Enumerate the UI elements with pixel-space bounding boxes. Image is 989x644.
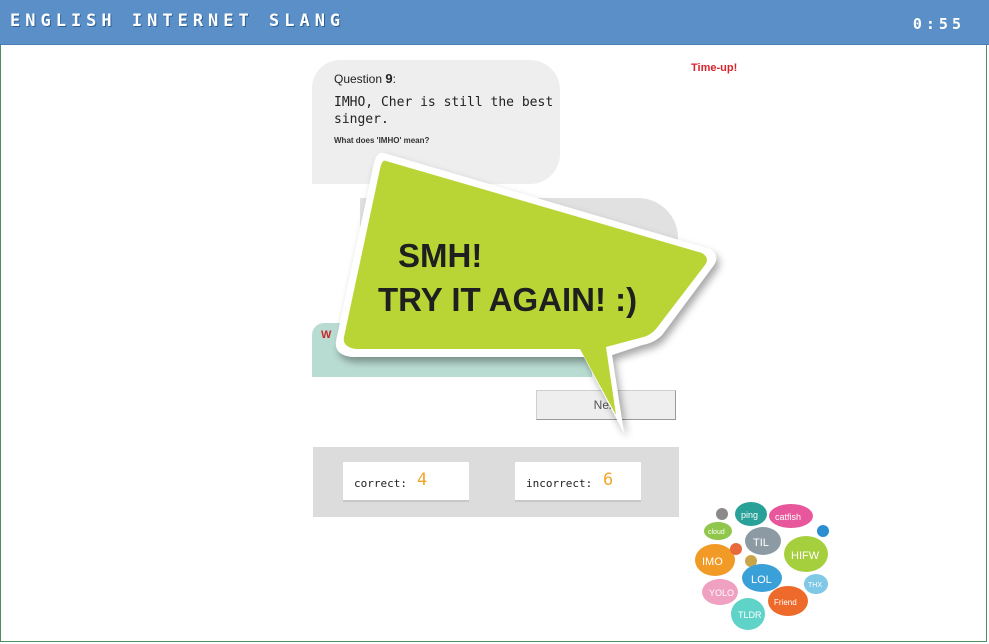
cloud-word: LOL xyxy=(751,574,772,586)
slang-word-cloud: ping catfish cloud TIL HIFW IMO LOL THX … xyxy=(690,495,840,640)
cloud-word: TIL xyxy=(753,537,769,549)
popup-line-1: SMH! xyxy=(398,237,483,274)
question-label: Question xyxy=(334,72,383,86)
try-again-popup[interactable]: SMH! TRY IT AGAIN! :) xyxy=(322,145,734,440)
cloud-word: cloud xyxy=(708,529,725,536)
question-number: 9 xyxy=(385,71,393,86)
time-up-notice: Time-up! xyxy=(691,62,738,74)
question-text: IMHO, Cher is still the best singer. xyxy=(334,95,554,127)
question-colon: : xyxy=(392,72,396,86)
cloud-word: YOLO xyxy=(709,588,734,598)
question-prompt: What does 'IMHO' mean? xyxy=(334,136,430,145)
incorrect-label: incorrect: xyxy=(526,477,593,490)
correct-score-box: correct: 4 xyxy=(343,462,469,502)
app-title: English Internet Slang xyxy=(10,11,346,31)
score-panel: correct: 4 incorrect: 6 xyxy=(313,447,679,517)
cloud-word: IMO xyxy=(702,556,723,568)
popup-line-2: TRY IT AGAIN! :) xyxy=(378,281,638,318)
incorrect-score-box: incorrect: 6 xyxy=(515,462,641,502)
correct-label: correct: xyxy=(354,477,407,490)
cloud-word: TLDR xyxy=(738,610,762,620)
slang-cloud-graphic: ping catfish cloud TIL HIFW IMO LOL THX … xyxy=(695,502,829,630)
top-bar: English Internet Slang 0:55 xyxy=(0,0,989,45)
cloud-word: ping xyxy=(741,510,758,520)
question-header: Question 9: xyxy=(334,71,396,86)
cloud-word: catfish xyxy=(775,512,801,522)
incorrect-count: 6 xyxy=(603,470,614,490)
cloud-word: Friend xyxy=(774,598,797,607)
countdown-timer: 0:55 xyxy=(912,15,965,33)
cloud-word: THX xyxy=(808,582,822,589)
correct-count: 4 xyxy=(417,470,428,490)
cloud-word: HIFW xyxy=(791,550,820,562)
